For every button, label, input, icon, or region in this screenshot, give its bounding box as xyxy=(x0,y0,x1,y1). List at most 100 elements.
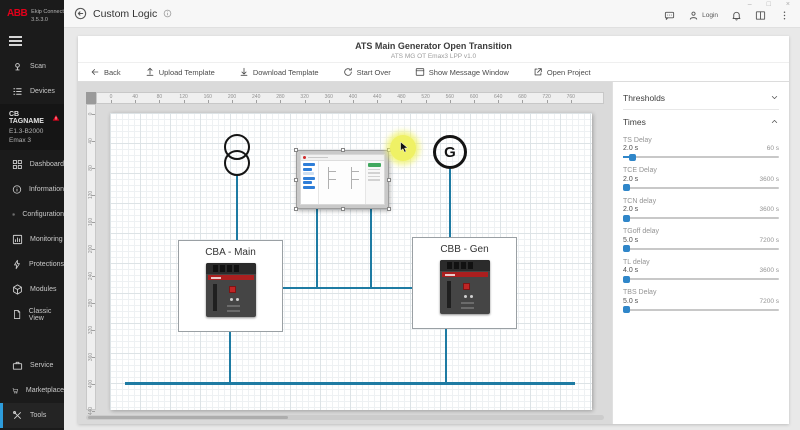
upload-template-button[interactable]: Upload Template xyxy=(145,67,215,77)
selection-handle[interactable] xyxy=(341,148,345,152)
slider-label: TCE Delay xyxy=(623,166,779,175)
slider-track[interactable] xyxy=(623,187,779,189)
chat-icon xyxy=(664,10,675,21)
slider-max: 3600 s xyxy=(759,267,779,274)
window-control-2[interactable]: × xyxy=(786,1,790,8)
panel-section-times[interactable]: Times xyxy=(623,110,779,133)
slider-label: TBS Delay xyxy=(623,288,779,297)
wire-cba-to-bus xyxy=(229,332,231,383)
chevron-down-icon xyxy=(770,93,779,102)
device-model: E1.3-B2000 xyxy=(9,128,60,135)
embedded-screenshot-object[interactable] xyxy=(296,150,389,209)
slider-tcn-delay: TCN delay2.0 s3600 s xyxy=(623,197,779,219)
slider-track[interactable] xyxy=(623,217,779,219)
slider-thumb[interactable] xyxy=(623,245,630,252)
sidebar-item-service[interactable]: Service xyxy=(0,353,64,378)
back-circle-icon[interactable] xyxy=(74,7,87,20)
sidebar-item-label: Protections xyxy=(29,261,64,268)
sidebar-item-monitoring[interactable]: Monitoring xyxy=(0,227,64,252)
slider-thumb[interactable] xyxy=(623,306,630,313)
back-button[interactable]: Back xyxy=(90,67,121,77)
app-name: Ekip Connect xyxy=(31,9,64,15)
panel-action[interactable] xyxy=(755,10,766,21)
bell-action[interactable] xyxy=(731,10,742,21)
canvas-horizontal-scrollbar[interactable] xyxy=(86,415,604,420)
slider-track[interactable] xyxy=(623,156,779,158)
template-subtitle: ATS MG OT Emax3 LPP v1.0 xyxy=(78,53,789,60)
breaker-image-cbb xyxy=(440,260,490,314)
window-control-1[interactable]: □ xyxy=(767,1,771,8)
kebab-action[interactable] xyxy=(779,10,790,21)
drawing-page[interactable]: G CBA - Main CBB - xyxy=(110,113,592,410)
message-window-icon xyxy=(415,67,425,77)
mouse-cursor-highlight xyxy=(390,135,416,161)
slider-tl-delay: TL delay4.0 s3600 s xyxy=(623,258,779,280)
sidebar-item-classic-view[interactable]: Classic View xyxy=(0,302,64,327)
sidebar-item-label: Devices xyxy=(30,88,55,95)
panel-section-thresholds[interactable]: Thresholds xyxy=(623,86,779,109)
selection-handle[interactable] xyxy=(341,207,345,211)
info-circle-icon[interactable] xyxy=(163,9,172,18)
selection-handle[interactable] xyxy=(387,207,391,211)
wire-window-drop-2 xyxy=(370,209,372,288)
abb-logo: ABB xyxy=(7,8,27,19)
slider-thumb[interactable] xyxy=(623,276,630,283)
vertical-ruler: 04080120160200240280320360400440 xyxy=(86,104,96,410)
sidebar-item-label: Modules xyxy=(30,286,56,293)
slider-thumb[interactable] xyxy=(629,154,636,161)
device-block[interactable]: CB TAGNAME E1.3-B2000 Emax 3 xyxy=(0,104,64,150)
selection-handle[interactable] xyxy=(294,178,298,182)
times-sliders: TS Delay2.0 s60 sTCE Delay2.0 s3600 sTCN… xyxy=(623,136,779,311)
toolbar-button-label: Start Over xyxy=(357,68,391,77)
download-template-button[interactable]: Download Template xyxy=(239,67,319,77)
window-control-0[interactable]: – xyxy=(748,1,752,8)
configuration-icon xyxy=(12,209,15,220)
kebab-icon xyxy=(779,10,790,21)
slider-track[interactable] xyxy=(623,248,779,250)
slider-value: 4.0 s xyxy=(623,267,638,274)
user-icon xyxy=(688,10,699,21)
transformer-symbol[interactable] xyxy=(224,134,250,176)
sidebar-item-information[interactable]: Information xyxy=(0,177,64,202)
sidebar-item-modules[interactable]: Modules xyxy=(0,277,64,302)
toolbar-button-label: Open Project xyxy=(547,68,591,77)
sidebar-item-protections[interactable]: Protections xyxy=(0,252,64,277)
custom-logic-card: ATS Main Generator Open Transition ATS M… xyxy=(78,36,789,424)
slider-thumb[interactable] xyxy=(623,215,630,222)
page-title: Custom Logic xyxy=(93,8,157,20)
selection-handle[interactable] xyxy=(294,207,298,211)
scan-icon xyxy=(12,61,23,72)
sidebar-item-devices[interactable]: Devices xyxy=(0,79,64,104)
chat-action[interactable] xyxy=(664,10,675,21)
app-header: Custom Logic Login – □ × xyxy=(64,0,800,28)
slider-track[interactable] xyxy=(623,278,779,280)
classic-view-icon xyxy=(12,309,22,320)
wire-window-drop-1 xyxy=(316,209,318,288)
back-circle-icon xyxy=(74,7,87,20)
slider-thumb[interactable] xyxy=(623,184,630,191)
start-over-button[interactable]: Start Over xyxy=(343,67,391,77)
show-message-window-button[interactable]: Show Message Window xyxy=(415,67,509,77)
sidebar-bottom-group: ServiceMarketplaceTools xyxy=(0,353,64,428)
node-cba-main[interactable]: CBA - Main xyxy=(178,240,283,332)
download-icon xyxy=(239,67,249,77)
wire-cbb-to-bus xyxy=(445,329,447,383)
sidebar-item-tools[interactable]: Tools xyxy=(0,403,64,428)
slider-track[interactable] xyxy=(623,309,779,311)
selection-handle[interactable] xyxy=(387,178,391,182)
menu-toggle-icon[interactable] xyxy=(9,34,22,49)
open-project-button[interactable]: Open Project xyxy=(533,67,591,77)
sidebar-item-dashboard[interactable]: Dashboard xyxy=(0,152,64,177)
modules-icon xyxy=(12,284,23,295)
start-over-icon xyxy=(343,67,353,77)
sidebar-item-marketplace[interactable]: Marketplace xyxy=(0,378,64,403)
slider-max: 60 s xyxy=(767,145,779,152)
sidebar-item-scan[interactable]: Scan xyxy=(0,54,64,79)
logic-canvas[interactable]: 0408012016020024028032036040044048052056… xyxy=(78,82,612,424)
sidebar-item-configuration[interactable]: Configuration xyxy=(0,202,64,227)
node-cbb-gen[interactable]: CBB - Gen xyxy=(412,237,517,329)
slider-value: 2.0 s xyxy=(623,176,638,183)
user-action[interactable]: Login xyxy=(688,10,718,21)
generator-symbol[interactable]: G xyxy=(433,135,467,169)
selection-handle[interactable] xyxy=(294,148,298,152)
